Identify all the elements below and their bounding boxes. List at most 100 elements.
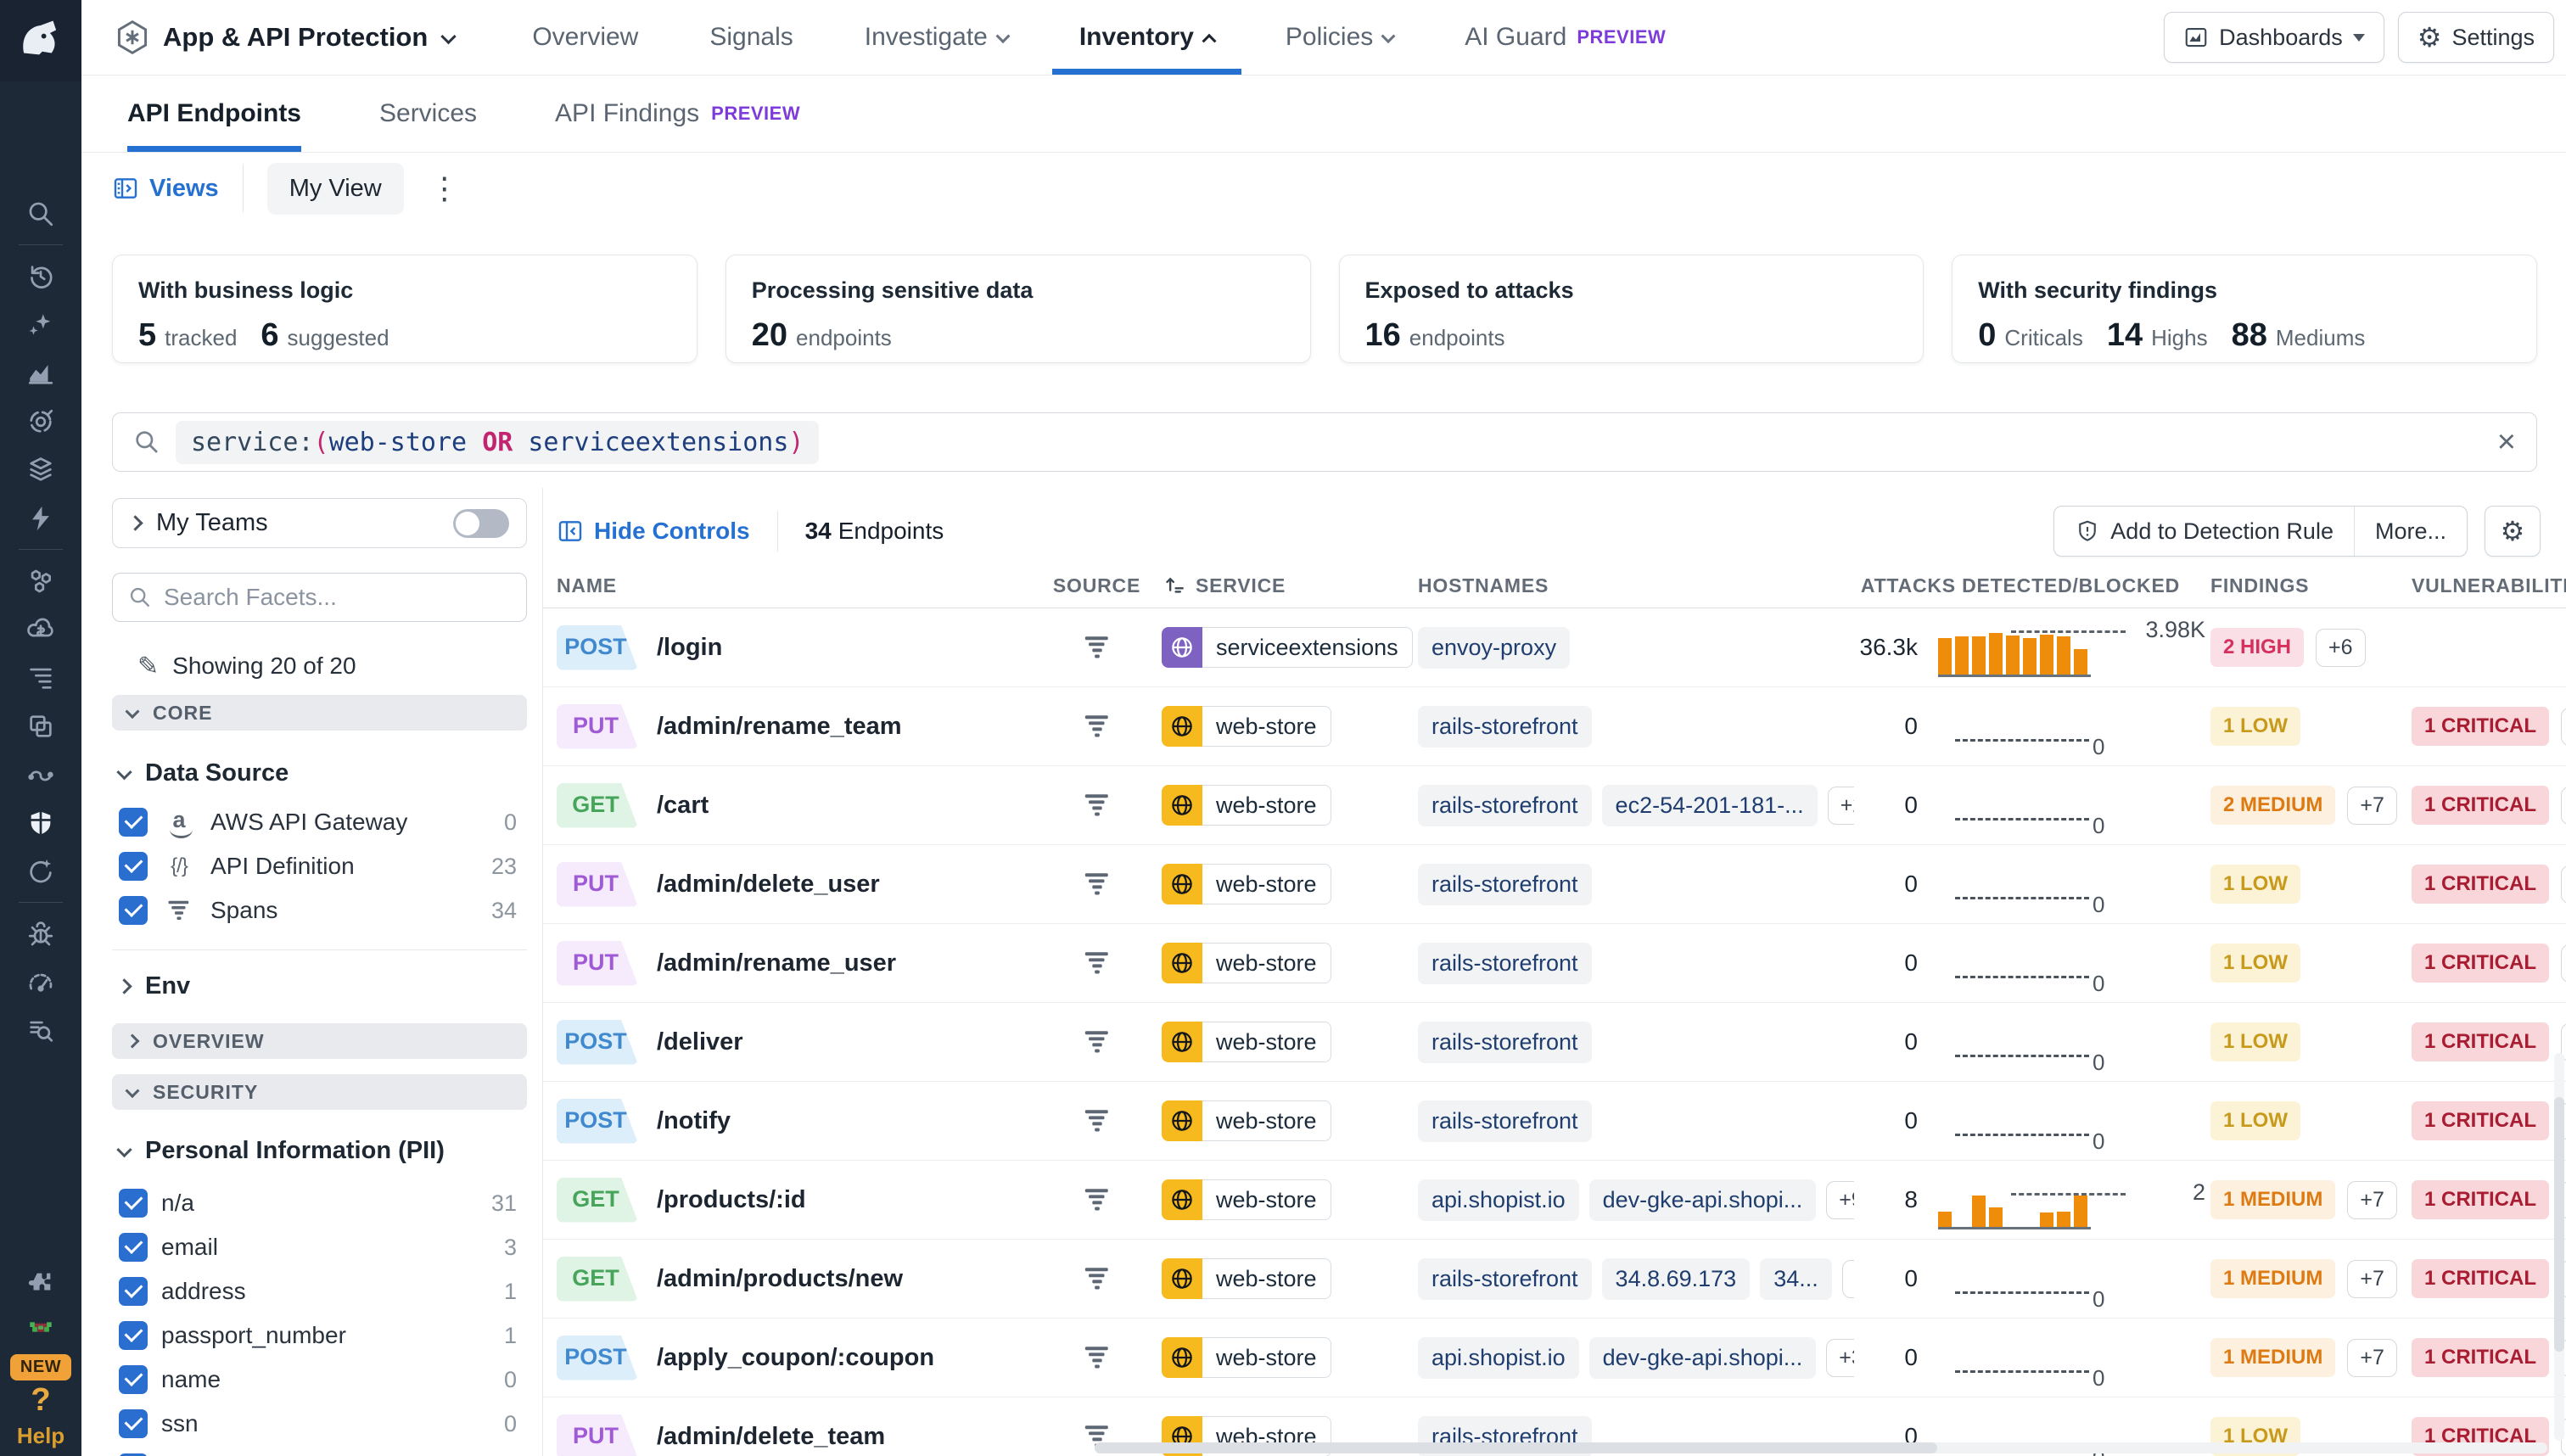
finding-pill[interactable]: 2 MEDIUM	[2210, 786, 2335, 825]
infrastructure-icon[interactable]	[0, 557, 81, 605]
hostname-chip[interactable]: rails-storefront	[1418, 1100, 1592, 1142]
findings-more-chip[interactable]: +7	[2347, 1260, 2397, 1298]
hostname-chip[interactable]: envoy-proxy	[1418, 627, 1570, 669]
security-section-header[interactable]: SECURITY	[112, 1074, 527, 1110]
hostname-chip[interactable]: api.shopist.io	[1418, 1179, 1579, 1221]
checkbox-checked[interactable]	[119, 1365, 148, 1394]
vulnerability-pill[interactable]: 1 CRITICAL	[2412, 1259, 2549, 1298]
table-header-col-source[interactable]: SOURCE	[1052, 574, 1141, 597]
tab-api-endpoints[interactable]: API Endpoints	[127, 76, 301, 152]
hostname-chip[interactable]: rails-storefront	[1418, 706, 1592, 748]
summary-card[interactable]: With business logic5tracked6suggested	[112, 255, 698, 363]
table-row[interactable]: PUT/admin/rename_userweb-storerails-stor…	[543, 924, 2566, 1003]
checkbox-checked[interactable]	[119, 1233, 148, 1262]
vulnerability-pill[interactable]: 1 CRITICAL	[2412, 707, 2549, 746]
security-shield-icon[interactable]	[0, 798, 81, 847]
settings-button[interactable]: ⚙ Settings	[2398, 12, 2554, 63]
finding-pill[interactable]: 1 LOW	[2210, 865, 2300, 904]
hostname-chip[interactable]: rails-storefront	[1418, 1022, 1592, 1063]
vulnerability-pill[interactable]: 1 CRITICAL	[2412, 1101, 2549, 1140]
my-teams-toggle[interactable]	[453, 509, 509, 538]
service-chip[interactable]: web-store	[1162, 864, 1331, 904]
finding-pill[interactable]: 1 MEDIUM	[2210, 1180, 2335, 1219]
service-chip[interactable]: web-store	[1162, 1100, 1331, 1141]
findings-more-chip[interactable]: +6	[2316, 629, 2366, 667]
actions-icon[interactable]	[0, 494, 81, 542]
finding-pill[interactable]: 1 LOW	[2210, 707, 2300, 746]
vulnerabilities-more-chip[interactable]: +	[2561, 708, 2566, 746]
audit-icon[interactable]	[0, 1006, 81, 1055]
findings-more-chip[interactable]: +7	[2347, 787, 2397, 825]
finding-pill[interactable]: 1 LOW	[2210, 944, 2300, 983]
checkbox-checked[interactable]	[119, 1277, 148, 1306]
table-header-col-attacks[interactable]: ATTACKS DETECTED/BLOCKED	[1854, 574, 2185, 597]
service-chip[interactable]: web-store	[1162, 1337, 1331, 1378]
help-question-icon[interactable]: ?	[31, 1384, 50, 1416]
nav-item-inventory[interactable]: Inventory	[1044, 0, 1250, 75]
tab-services[interactable]: Services	[379, 76, 477, 152]
vulnerabilities-more-chip[interactable]: +	[2561, 865, 2566, 904]
checkbox-checked[interactable]	[119, 1321, 148, 1350]
table-row[interactable]: PUT/admin/rename_teamweb-storerails-stor…	[543, 687, 2566, 766]
metrics-icon[interactable]	[0, 349, 81, 397]
showing-facets-control[interactable]: ✎ Showing 20 of 20	[137, 651, 527, 681]
scrollbar-thumb[interactable]	[2554, 1097, 2564, 1352]
nav-item-policies[interactable]: Policies	[1250, 0, 1429, 75]
facet-item-partial[interactable]	[112, 1446, 527, 1456]
facet-item[interactable]: name0	[112, 1358, 527, 1402]
service-chip[interactable]: web-store	[1162, 1258, 1331, 1299]
table-header-col-service[interactable]: SERVICE	[1141, 574, 1404, 598]
vulnerabilities-more-chip[interactable]: +	[2561, 944, 2566, 983]
recent-icon[interactable]	[0, 252, 81, 300]
kebab-menu-icon[interactable]: ⋮	[429, 173, 460, 204]
hostname-chip[interactable]: 34.8.69.173	[1602, 1258, 1751, 1300]
facet-item[interactable]: ssn0	[112, 1402, 527, 1446]
hostname-chip[interactable]: rails-storefront	[1418, 785, 1592, 826]
table-row[interactable]: POST/loginserviceextensionsenvoy-proxy36…	[543, 608, 2566, 687]
findings-more-chip[interactable]: +7	[2347, 1339, 2397, 1377]
gauge-icon[interactable]	[0, 958, 81, 1006]
checkbox-checked[interactable]	[119, 852, 148, 881]
horizontal-scrollbar[interactable]	[1095, 1442, 2547, 1453]
vulnerability-pill[interactable]: 1 CRITICAL	[2412, 865, 2549, 904]
finding-pill[interactable]: 1 MEDIUM	[2210, 1338, 2335, 1377]
hostname-chip[interactable]: dev-gke-api.shopi...	[1589, 1179, 1817, 1221]
add-to-detection-rule-button[interactable]: Add to Detection Rule	[2054, 507, 2354, 556]
ci-icon[interactable]	[0, 847, 81, 895]
copilot-icon[interactable]	[0, 300, 81, 349]
search-icon[interactable]	[0, 189, 81, 238]
finding-pill[interactable]: 1 LOW	[2210, 1022, 2300, 1061]
rum-icon[interactable]	[0, 702, 81, 750]
vulnerability-pill[interactable]: 1 CRITICAL	[2412, 1180, 2549, 1219]
finding-pill[interactable]: 1 MEDIUM	[2210, 1259, 2335, 1298]
service-chip[interactable]: web-store	[1162, 943, 1331, 983]
vertical-scrollbar[interactable]	[2554, 1053, 2564, 1441]
my-view-chip[interactable]: My View	[267, 163, 404, 215]
integrations-puzzle-icon[interactable]	[0, 1261, 81, 1305]
clear-search-icon[interactable]: ×	[2497, 426, 2516, 458]
vulnerability-pill[interactable]: 1 CRITICAL	[2412, 1022, 2549, 1061]
search-facets-input[interactable]: Search Facets...	[112, 573, 527, 622]
table-header-col-name[interactable]: NAME	[543, 574, 1052, 597]
cloud-cost-icon[interactable]	[0, 605, 81, 653]
bug-icon[interactable]	[0, 910, 81, 958]
hostname-chip[interactable]: rails-storefront	[1418, 1258, 1592, 1300]
table-row[interactable]: POST/deliverweb-storerails-storefront001…	[543, 1003, 2566, 1082]
table-row[interactable]: POST/apply_coupon/:couponweb-storeapi.sh…	[543, 1319, 2566, 1397]
datadog-logo[interactable]	[0, 0, 81, 81]
synthetics-icon[interactable]	[0, 750, 81, 798]
overview-section-header[interactable]: OVERVIEW	[112, 1023, 527, 1059]
service-chip[interactable]: web-store	[1162, 1022, 1331, 1062]
hostnames-more-chip[interactable]: +9	[1826, 1181, 1854, 1219]
table-header-col-hostnames[interactable]: HOSTNAMES	[1404, 574, 1854, 597]
hostname-chip[interactable]: dev-gke-api.shopi...	[1589, 1337, 1817, 1379]
hostnames-more-chip[interactable]: +2	[1828, 787, 1854, 825]
checkbox-checked[interactable]	[119, 1189, 148, 1218]
hostnames-more-chip[interactable]: +3	[1826, 1339, 1854, 1377]
facet-item[interactable]: {/}API Definition23	[112, 844, 527, 888]
help-label[interactable]: Help	[17, 1423, 64, 1449]
env-group-title[interactable]: Env	[112, 969, 527, 1003]
service-chip[interactable]: web-store	[1162, 785, 1331, 826]
summary-card[interactable]: With security findings0Criticals14Highs8…	[1952, 255, 2537, 363]
table-row[interactable]: GET/products/:idweb-storeapi.shopist.iod…	[543, 1161, 2566, 1240]
